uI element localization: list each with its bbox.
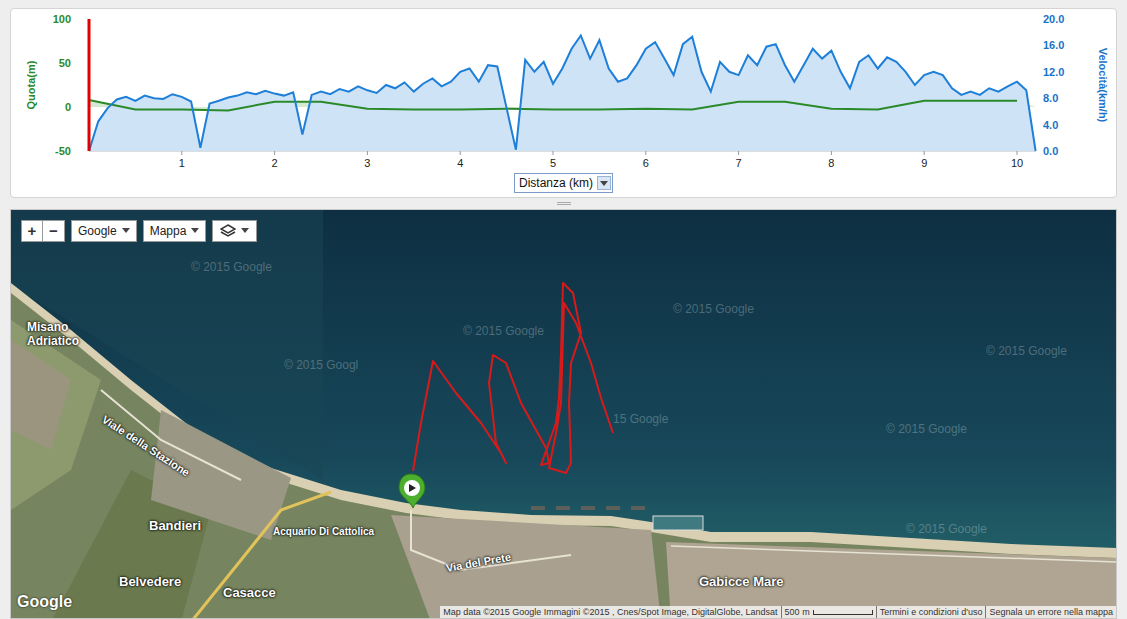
map-label: Casacce — [223, 583, 276, 603]
x-axis-tick: 4 — [457, 157, 463, 169]
right-axis-tick: 12.0 — [1043, 66, 1064, 78]
road — [191, 492, 331, 619]
left-axis-title: Quota(m) — [25, 60, 37, 109]
map-watermark: © 2015 Google — [463, 322, 544, 340]
map-watermark: © 2015 Google — [673, 300, 754, 318]
breakwater — [606, 506, 620, 510]
left-axis-tick: 50 — [59, 57, 71, 69]
map-label: Misano Adriatico — [27, 320, 101, 348]
x-axis-tick: 10 — [1011, 157, 1023, 169]
x-tick-mark — [181, 151, 182, 155]
breakwater — [556, 506, 570, 510]
right-axis-tick: 20.0 — [1043, 13, 1064, 25]
right-axis-tick: 16.0 — [1043, 39, 1064, 51]
start-marker[interactable] — [399, 474, 425, 508]
town-area — [391, 515, 661, 619]
land — [11, 293, 1117, 619]
scale-bar — [813, 610, 873, 615]
provider-select[interactable]: Google — [71, 220, 137, 242]
left-axis-tick: 100 — [53, 13, 71, 25]
map-label: Acquario Di Cattolica — [273, 524, 374, 539]
map-watermark: © 2015 Google — [906, 520, 987, 538]
map-label: Bandieri — [149, 516, 201, 536]
terms-link[interactable]: Termini e condizioni d'uso — [876, 606, 986, 618]
x-tick-mark — [831, 151, 832, 155]
x-axis-tick: 8 — [828, 157, 834, 169]
breakwater — [581, 506, 595, 510]
marina — [653, 516, 703, 530]
right-axis-tick: 4.0 — [1043, 119, 1058, 131]
map-canvas[interactable] — [11, 210, 1117, 619]
zoom-controls: +− — [21, 220, 65, 242]
right-axis-tick: 8.0 — [1043, 92, 1058, 104]
x-axis-tick: 1 — [179, 157, 185, 169]
x-tick-mark — [274, 151, 275, 155]
caret-icon — [241, 228, 249, 233]
elevation-line — [89, 100, 1017, 111]
fields — [11, 320, 101, 510]
cursor-line[interactable] — [88, 19, 91, 151]
road — [671, 546, 1117, 562]
distance-select[interactable]: Distanza (km) — [514, 173, 613, 193]
x-tick-mark — [645, 151, 646, 155]
x-tick-mark — [460, 151, 461, 155]
zoom-in-button[interactable]: + — [21, 220, 43, 242]
layers-button[interactable] — [212, 220, 257, 242]
x-axis-tick: 9 — [921, 157, 927, 169]
map-panel[interactable]: © 2015 Google © 2015 Google © 2015 Googl © … — [10, 209, 1117, 619]
caret-icon — [191, 228, 199, 233]
x-tick-mark — [924, 151, 925, 155]
x-axis-tick: 6 — [643, 157, 649, 169]
axis-selector-row: Distanza (km) — [11, 173, 1116, 197]
speed-area — [89, 36, 1036, 152]
attribution-text: Map data ©2015 Google Immagini ©2015 , C… — [440, 606, 780, 618]
report-error-link[interactable]: Segnala un errore nella mappa — [985, 606, 1116, 618]
layers-icon — [220, 224, 236, 238]
speed-line — [89, 36, 1036, 152]
caret-icon — [600, 181, 608, 186]
app: 100 50 0 -50 Quota(m) 20.0 16.0 12.0 8.0 4.0 0.0 Ve… — [0, 0, 1127, 619]
right-axis-tick: 0.0 — [1043, 145, 1058, 157]
map-watermark: © 2015 Google — [886, 420, 967, 438]
play-icon — [409, 484, 416, 492]
attribution-bar: Map data ©2015 Google Immagini ©2015 , C… — [440, 606, 1116, 618]
splitter[interactable] — [10, 198, 1117, 209]
breakwater — [631, 506, 645, 510]
gps-track — [413, 283, 613, 473]
zoom-out-button[interactable]: − — [43, 220, 65, 242]
sea — [11, 210, 1117, 619]
google-logo: Google — [17, 590, 72, 614]
town-area — [11, 340, 71, 450]
x-tick-mark — [553, 151, 554, 155]
map-watermark: © 2015 Google — [191, 258, 272, 276]
map-label: Belvedere — [119, 572, 181, 592]
x-axis-tick: 5 — [550, 157, 556, 169]
map-type-select[interactable]: Mappa — [143, 220, 207, 242]
caret-icon — [122, 228, 130, 233]
left-axis-tick: 0 — [65, 101, 71, 113]
breakwater — [531, 506, 545, 510]
map-watermark: 15 Google — [613, 410, 668, 428]
map-controls: +−GoogleMappa — [21, 220, 257, 242]
x-tick-mark — [1017, 151, 1018, 155]
select-arrow — [597, 176, 611, 190]
x-axis-tick: 3 — [364, 157, 370, 169]
left-axis-tick: -50 — [55, 145, 71, 157]
map-label: Gabicce Mare — [699, 572, 784, 592]
splitter-grip — [557, 202, 571, 205]
right-axis-title: Velocità(km/h) — [1097, 48, 1109, 123]
x-axis-tick: 7 — [736, 157, 742, 169]
map-watermark: © 2015 Googl — [284, 356, 358, 374]
x-axis-tick: 2 — [272, 157, 278, 169]
x-tick-mark — [367, 151, 368, 155]
beach — [11, 283, 1117, 619]
speed-elevation-chart: 100 50 0 -50 Quota(m) 20.0 16.0 12.0 8.0 4.0 0.0 Ve… — [11, 9, 1118, 173]
map-watermark: © 2015 Google — [986, 342, 1067, 360]
chart-panel: 100 50 0 -50 Quota(m) 20.0 16.0 12.0 8.0 4.0 0.0 Ve… — [10, 8, 1117, 198]
x-tick-mark — [738, 151, 739, 155]
scale: 500 m — [781, 606, 876, 618]
